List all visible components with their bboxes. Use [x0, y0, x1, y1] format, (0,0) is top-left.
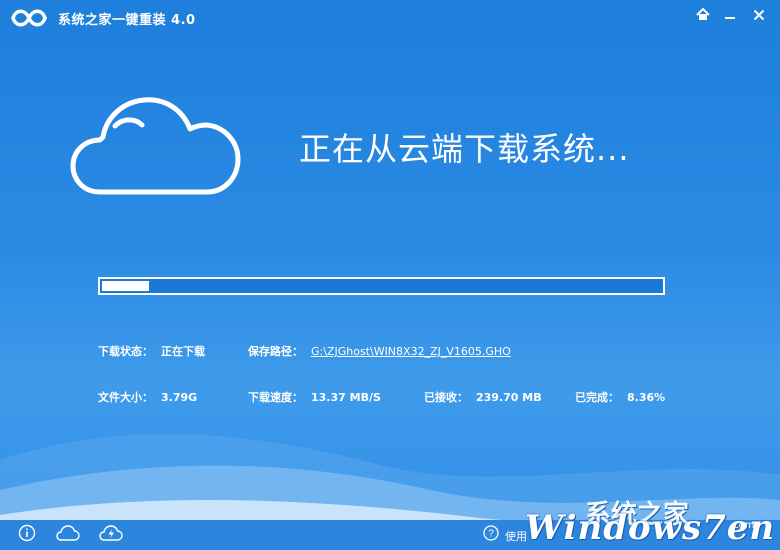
- received-label: 已接收：: [424, 391, 468, 404]
- home-icon: [696, 6, 710, 25]
- speed-label: 下载速度：: [248, 391, 303, 404]
- app-logo-icon: [10, 6, 48, 30]
- title-bar: 系统之家一键重装 4.0: [0, 0, 780, 36]
- minimize-icon: [724, 6, 736, 25]
- app-title: 系统之家一键重装 4.0: [58, 13, 196, 28]
- cloud-icon: [56, 525, 80, 545]
- help-button[interactable]: ?: [481, 524, 501, 546]
- minimize-button[interactable]: [719, 5, 741, 25]
- cloud-sync-button[interactable]: [98, 524, 124, 546]
- home-button[interactable]: [692, 5, 714, 25]
- status-label: 下载状态：: [98, 345, 153, 358]
- help-link[interactable]: 使用: [505, 528, 527, 544]
- cloud-button[interactable]: [55, 524, 81, 546]
- received-info: 已接收： 239.70 MB: [424, 389, 542, 405]
- info-button[interactable]: [16, 524, 38, 546]
- completed-info: 已完成： 8.36%: [575, 389, 665, 405]
- size-value: 3.79G: [161, 391, 198, 404]
- close-icon: [753, 6, 765, 25]
- svg-text:?: ?: [488, 529, 494, 540]
- speed-value: 13.37 MB/S: [311, 391, 381, 404]
- download-progress-bar: [98, 277, 665, 295]
- watermark-suffix: .com: [730, 520, 755, 531]
- size-label: 文件大小：: [98, 391, 153, 404]
- help-icon: ?: [483, 525, 499, 545]
- close-button[interactable]: [748, 5, 770, 25]
- path-link[interactable]: G:\ZJGhost\WIN8X32_ZJ_V1605.GHO: [311, 345, 511, 358]
- status-value: 正在下载: [161, 345, 205, 358]
- progress-fill: [102, 281, 149, 291]
- received-value: 239.70 MB: [476, 391, 542, 404]
- status-info: 下载状态： 正在下载: [98, 343, 205, 359]
- cloud-sync-icon: [99, 525, 123, 545]
- speed-info: 下载速度： 13.37 MB/S: [248, 389, 381, 405]
- watermark-logo: 系统之家 Windows7en .com: [525, 494, 780, 550]
- size-info: 文件大小： 3.79G: [98, 389, 197, 405]
- download-headline: 正在从云端下载系统...: [299, 130, 630, 168]
- cloud-icon: [70, 96, 242, 196]
- path-info: 保存路径： G:\ZJGhost\WIN8X32_ZJ_V1605.GHO: [248, 343, 511, 359]
- path-label: 保存路径：: [248, 345, 303, 358]
- completed-label: 已完成：: [575, 391, 619, 404]
- completed-value: 8.36%: [627, 391, 666, 404]
- info-icon: [18, 524, 36, 546]
